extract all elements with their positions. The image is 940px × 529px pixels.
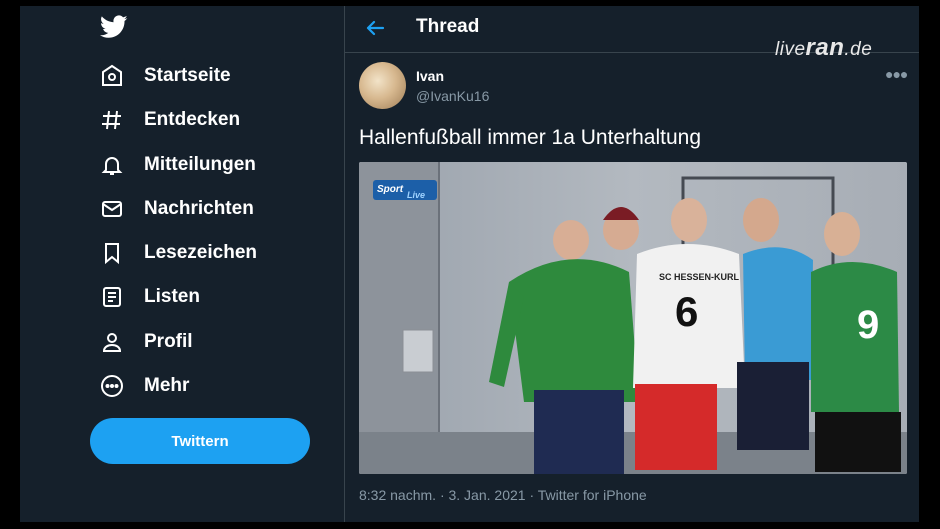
author-handle[interactable]: @IvanKu16 xyxy=(416,88,489,104)
sidebar-item-profile[interactable]: Profil xyxy=(98,325,193,359)
back-arrow-icon[interactable] xyxy=(363,16,387,40)
video-frame: SC HESSEN-KURL 6 9 Sport Live xyxy=(359,162,907,474)
svg-text:SC HESSEN-KURL: SC HESSEN-KURL xyxy=(659,272,740,282)
svg-text:6: 6 xyxy=(675,288,698,335)
bookmark-icon xyxy=(98,239,126,267)
sidebar-item-explore[interactable]: Entdecken xyxy=(98,103,240,137)
sidebar-item-more[interactable]: Mehr xyxy=(98,369,189,403)
page-title: Thread xyxy=(416,16,480,37)
twitter-window: Startseite Entdecken Mitteilungen Nachri… xyxy=(20,6,919,522)
svg-text:Sport: Sport xyxy=(377,184,404,195)
tweet-text: Hallenfußball immer 1a Unterhaltung xyxy=(359,126,701,149)
tweet-video[interactable]: SC HESSEN-KURL 6 9 Sport Live xyxy=(359,162,907,474)
sidebar-item-messages[interactable]: Nachrichten xyxy=(98,192,254,226)
svg-text:9: 9 xyxy=(857,303,879,347)
sidebar-item-label: Profil xyxy=(144,331,193,352)
twitter-logo-icon[interactable] xyxy=(100,14,128,40)
mail-icon xyxy=(98,195,126,223)
sidebar-item-notifications[interactable]: Mitteilungen xyxy=(98,148,256,182)
sidebar-item-lists[interactable]: Listen xyxy=(98,280,200,314)
bell-icon xyxy=(98,151,126,179)
more-options-icon[interactable]: ●●● xyxy=(885,66,908,82)
sidebar-item-home[interactable]: Startseite xyxy=(98,59,231,93)
sidebar-item-label: Mitteilungen xyxy=(144,154,256,175)
sidebar-item-label: Mehr xyxy=(144,375,190,396)
sidebar-item-bookmarks[interactable]: Lesezeichen xyxy=(98,236,257,270)
avatar[interactable] xyxy=(359,62,406,109)
sidebar-item-label: Lesezeichen xyxy=(144,242,257,263)
list-icon xyxy=(98,283,126,311)
tweet-timestamp[interactable]: 8:32 nachm. · 3. Jan. 2021 · Twitter for… xyxy=(359,487,647,503)
author-name[interactable]: Ivan xyxy=(416,68,444,84)
hashtag-icon xyxy=(98,106,126,134)
sidebar-item-label: Entdecken xyxy=(144,109,241,130)
tweet-button[interactable]: Twittern xyxy=(90,418,310,464)
sidebar: Startseite Entdecken Mitteilungen Nachri… xyxy=(20,6,344,522)
thread-column: Thread liveran.de Ivan @IvanKu16 ●●● Hal… xyxy=(345,6,919,522)
profile-icon xyxy=(98,328,126,356)
broadcaster-watermark: liveran.de xyxy=(775,34,873,61)
home-icon xyxy=(98,62,126,90)
more-circle-icon xyxy=(98,372,126,400)
svg-text:Live: Live xyxy=(407,190,425,200)
sidebar-item-label: Nachrichten xyxy=(144,198,254,219)
sidebar-item-label: Listen xyxy=(144,286,200,307)
sidebar-item-label: Startseite xyxy=(144,65,231,86)
